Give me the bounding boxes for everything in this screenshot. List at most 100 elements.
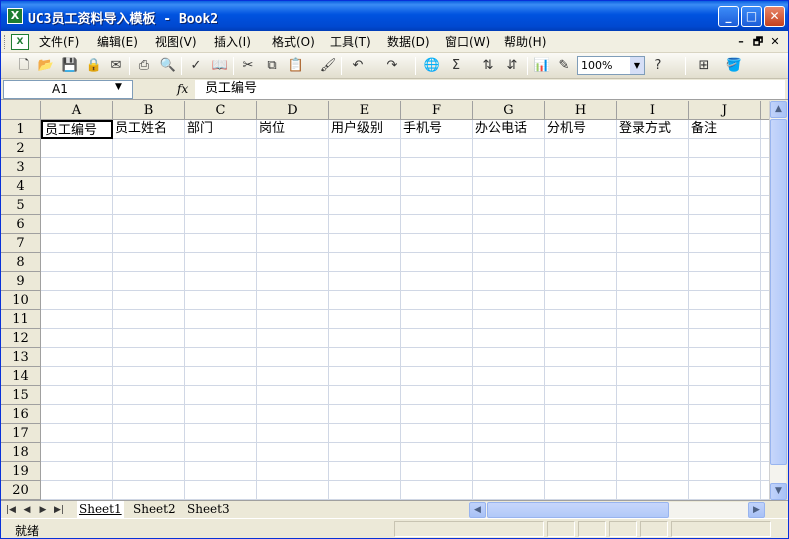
table-cell[interactable]: [761, 481, 769, 500]
table-cell[interactable]: [473, 462, 545, 481]
table-cell[interactable]: [617, 386, 689, 405]
table-cell[interactable]: [329, 367, 401, 386]
menu-view[interactable]: 视图(V): [155, 34, 197, 50]
table-cell[interactable]: [689, 253, 761, 272]
table-cell[interactable]: [689, 272, 761, 291]
table-cell[interactable]: [617, 310, 689, 329]
print-icon[interactable]: ⎙: [135, 57, 153, 75]
table-cell[interactable]: 用户级别: [329, 120, 401, 139]
table-cell[interactable]: [41, 272, 113, 291]
table-cell[interactable]: [257, 196, 329, 215]
table-cell[interactable]: [329, 386, 401, 405]
table-cell[interactable]: [617, 139, 689, 158]
scroll-left-button[interactable]: ◀: [469, 502, 486, 518]
row-header-4[interactable]: 4: [1, 177, 41, 196]
table-cell[interactable]: [41, 443, 113, 462]
table-cell[interactable]: [185, 310, 257, 329]
table-cell[interactable]: [545, 443, 617, 462]
column-header-d[interactable]: D: [257, 101, 329, 120]
sort-descending-icon[interactable]: ⇵: [503, 57, 521, 75]
menu-grip-handle[interactable]: [4, 35, 7, 49]
table-cell[interactable]: [113, 367, 185, 386]
copy-icon[interactable]: ⧉: [263, 57, 281, 75]
table-cell[interactable]: [329, 348, 401, 367]
table-cell[interactable]: [401, 196, 473, 215]
drawing-icon[interactable]: ✎: [555, 57, 573, 75]
column-header-f[interactable]: F: [401, 101, 473, 120]
new-icon[interactable]: 🗋: [15, 57, 33, 75]
table-cell[interactable]: [689, 443, 761, 462]
table-cell[interactable]: [329, 234, 401, 253]
redo-icon[interactable]: ↷: [383, 57, 401, 75]
table-cell[interactable]: [41, 158, 113, 177]
row-header-10[interactable]: 10: [1, 291, 41, 310]
minimize-button[interactable]: _: [718, 6, 739, 27]
row-header-1[interactable]: 1: [1, 120, 41, 139]
table-cell[interactable]: [761, 367, 769, 386]
table-cell[interactable]: [689, 386, 761, 405]
table-cell[interactable]: [689, 405, 761, 424]
table-cell[interactable]: [113, 462, 185, 481]
table-cell[interactable]: [113, 253, 185, 272]
doc-restore-button[interactable]: 🗗: [750, 34, 766, 50]
excel-icon[interactable]: X: [7, 8, 23, 24]
table-cell[interactable]: [257, 139, 329, 158]
table-cell[interactable]: [257, 291, 329, 310]
scroll-down-button[interactable]: ▼: [770, 483, 787, 500]
table-cell[interactable]: [473, 481, 545, 500]
email-icon[interactable]: ✉: [107, 57, 125, 75]
title-bar[interactable]: X UC3员工资料导入模板 - Book2 _ □ ✕: [1, 1, 788, 31]
chevron-down-icon[interactable]: ▼: [630, 57, 644, 74]
menu-format[interactable]: 格式(O): [272, 34, 315, 50]
table-cell[interactable]: [401, 272, 473, 291]
table-cell[interactable]: [545, 272, 617, 291]
row-header-14[interactable]: 14: [1, 367, 41, 386]
row-header-2[interactable]: 2: [1, 139, 41, 158]
column-header[interactable]: [761, 101, 769, 120]
row-header-8[interactable]: 8: [1, 253, 41, 272]
table-cell[interactable]: [257, 443, 329, 462]
table-cell[interactable]: [401, 367, 473, 386]
table-cell[interactable]: [41, 196, 113, 215]
table-cell[interactable]: [185, 462, 257, 481]
table-cell[interactable]: [329, 329, 401, 348]
table-cell[interactable]: [617, 177, 689, 196]
menu-data[interactable]: 数据(D): [387, 34, 430, 50]
vertical-scrollbar[interactable]: ▲ ▼: [769, 101, 787, 500]
maximize-button[interactable]: □: [741, 6, 762, 27]
last-sheet-icon[interactable]: ▶|: [53, 503, 65, 517]
table-cell[interactable]: [761, 386, 769, 405]
scroll-up-button[interactable]: ▲: [770, 101, 787, 118]
table-cell[interactable]: [113, 291, 185, 310]
table-cell[interactable]: [113, 177, 185, 196]
table-cell[interactable]: [329, 481, 401, 500]
column-header-c[interactable]: C: [185, 101, 257, 120]
table-cell[interactable]: [329, 424, 401, 443]
name-box[interactable]: A1: [3, 80, 133, 99]
row-header-7[interactable]: 7: [1, 234, 41, 253]
row-header-9[interactable]: 9: [1, 272, 41, 291]
table-cell[interactable]: [617, 405, 689, 424]
print-preview-icon[interactable]: 🔍: [159, 57, 177, 75]
table-cell[interactable]: [401, 481, 473, 500]
table-cell[interactable]: [185, 367, 257, 386]
table-cell[interactable]: [185, 253, 257, 272]
table-cell[interactable]: [185, 348, 257, 367]
table-cell[interactable]: [401, 405, 473, 424]
table-cell[interactable]: [689, 196, 761, 215]
table-cell[interactable]: [257, 253, 329, 272]
help-icon[interactable]: ?: [649, 57, 667, 75]
table-cell[interactable]: [113, 481, 185, 500]
table-cell[interactable]: [185, 177, 257, 196]
table-cell[interactable]: [257, 386, 329, 405]
open-icon[interactable]: 📂: [37, 57, 55, 75]
table-cell[interactable]: [41, 215, 113, 234]
table-cell[interactable]: [761, 329, 769, 348]
table-cell[interactable]: [329, 215, 401, 234]
chevron-down-icon[interactable]: ▼: [115, 82, 122, 92]
table-cell[interactable]: [761, 234, 769, 253]
table-cell[interactable]: [617, 348, 689, 367]
table-cell[interactable]: [257, 329, 329, 348]
table-cell[interactable]: [41, 253, 113, 272]
table-cell[interactable]: [761, 215, 769, 234]
